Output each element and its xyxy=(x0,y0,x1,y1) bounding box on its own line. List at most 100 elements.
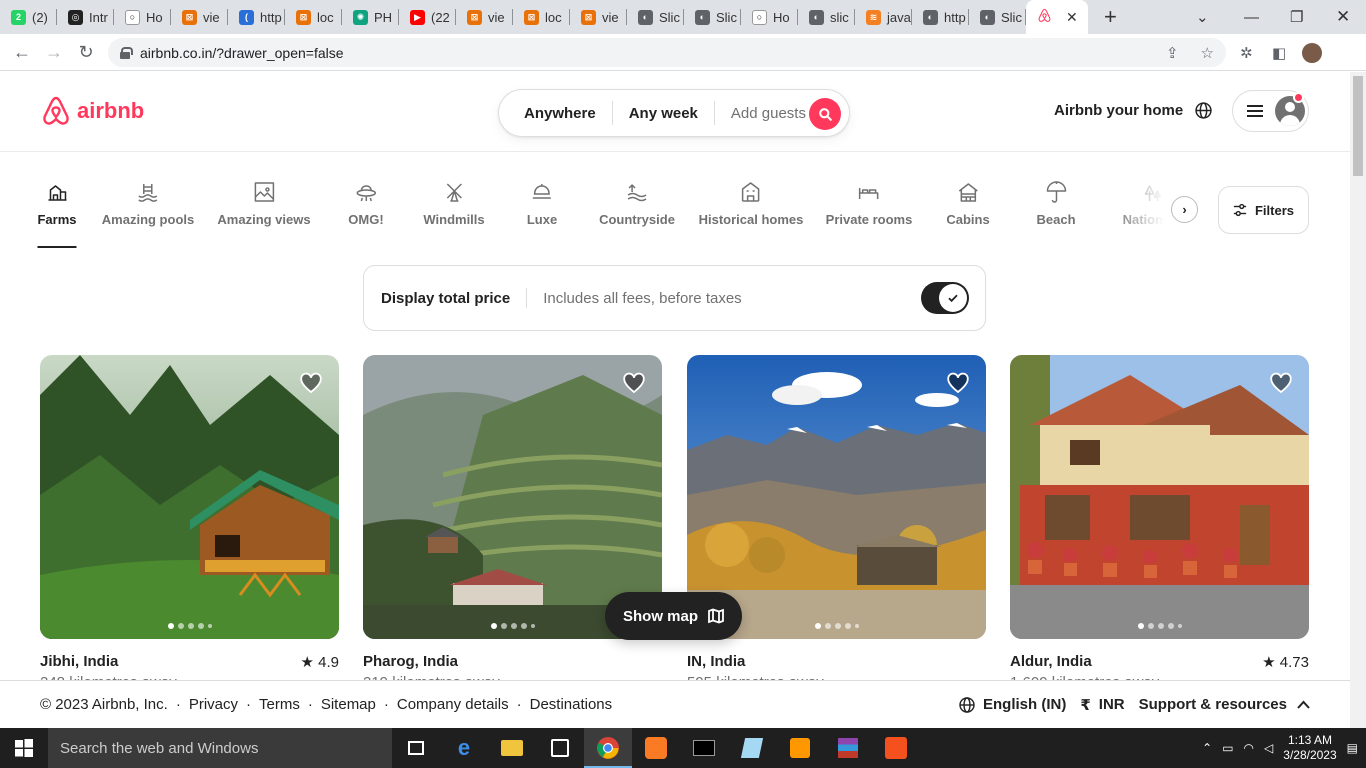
language-button[interactable]: English (IN) xyxy=(959,696,1066,713)
category-next-button[interactable]: › xyxy=(1171,196,1198,223)
category-amazing-views[interactable]: Amazing views xyxy=(217,180,311,227)
footer-link[interactable]: Sitemap xyxy=(321,696,376,713)
pager-dot[interactable] xyxy=(844,623,851,629)
side-panel-icon[interactable]: ◧ xyxy=(1272,34,1286,71)
show-map-button[interactable]: Show map xyxy=(605,592,742,640)
bookmark-star-icon[interactable]: ☆ xyxy=(1201,44,1214,62)
pager-dot[interactable] xyxy=(1157,623,1164,629)
reload-icon[interactable]: ↻ xyxy=(70,42,102,63)
browser-tab[interactable]: ≋ java xyxy=(855,0,912,34)
browser-tab[interactable]: ◐ Slic xyxy=(627,0,684,34)
terminal-icon[interactable] xyxy=(680,728,728,768)
listing-card[interactable]: Jibhi, India★ 4.9248 kilometres away xyxy=(40,355,339,691)
browser-tab[interactable]: ◐ Slic xyxy=(969,0,1026,34)
browser-tab[interactable]: ⊠ vie xyxy=(171,0,228,34)
pager-dot[interactable] xyxy=(490,623,497,629)
listing-card[interactable]: IN, India595 kilometres away xyxy=(687,355,986,691)
back-icon[interactable]: ← xyxy=(6,42,38,63)
pager-dot[interactable] xyxy=(510,623,517,629)
pager-dot[interactable] xyxy=(520,623,527,629)
footer-link[interactable]: Terms xyxy=(259,696,300,713)
listing-photo[interactable] xyxy=(40,355,339,639)
pager-dot[interactable] xyxy=(1167,623,1174,629)
pager-dot[interactable] xyxy=(854,624,859,628)
scrollbar-thumb[interactable] xyxy=(1353,76,1363,176)
pager-dot[interactable] xyxy=(167,623,174,629)
pager-dot[interactable] xyxy=(1177,624,1182,628)
listing-card[interactable]: Pharog, India219 kilometres away xyxy=(363,355,662,691)
maximize-icon[interactable]: ❐ xyxy=(1290,0,1303,34)
minimize-icon[interactable]: — xyxy=(1244,0,1259,34)
battery-icon[interactable]: ▭ xyxy=(1222,741,1233,755)
search-guests[interactable]: Add guests xyxy=(715,105,822,122)
pager-dot[interactable] xyxy=(530,624,535,628)
browser-tab[interactable]: (http xyxy=(228,0,285,34)
category-private-rooms[interactable]: Private rooms xyxy=(826,180,912,227)
globe-icon[interactable] xyxy=(1195,102,1212,124)
pager-dot[interactable] xyxy=(834,623,841,629)
pager-dot[interactable] xyxy=(197,623,204,629)
footer-link[interactable]: Company details xyxy=(397,696,509,713)
category-amazing-pools[interactable]: Amazing pools xyxy=(102,180,194,227)
forward-icon[interactable]: → xyxy=(38,42,70,63)
browser-tab[interactable]: ▶ (22 xyxy=(399,0,456,34)
page-scrollbar[interactable] xyxy=(1350,72,1366,728)
pager-dot[interactable] xyxy=(1147,623,1154,629)
taskbar-search[interactable]: Search the web and Windows xyxy=(48,728,392,768)
browser-tab[interactable]: ⊠ loc xyxy=(513,0,570,34)
category-countryside[interactable]: Countryside xyxy=(599,180,675,227)
browser-tab[interactable]: ○ Ho xyxy=(741,0,798,34)
search-bar[interactable]: Anywhere Any week Add guests xyxy=(498,89,850,137)
extensions-icon[interactable]: ✲ xyxy=(1240,34,1253,71)
share-icon[interactable]: ⇪ xyxy=(1166,44,1179,62)
winrar-icon[interactable] xyxy=(824,728,872,768)
pager-dot[interactable] xyxy=(500,623,507,629)
file-explorer-icon[interactable] xyxy=(488,728,536,768)
support-button[interactable]: Support & resources xyxy=(1139,696,1310,713)
browser-tab[interactable]: ◐ Slic xyxy=(684,0,741,34)
pager-dot[interactable] xyxy=(814,623,821,629)
volume-icon[interactable]: ◁ xyxy=(1264,741,1273,755)
browser-tab[interactable]: ⊠ vie xyxy=(570,0,627,34)
browser-tab[interactable]: ✺ PH xyxy=(342,0,399,34)
action-center-icon[interactable]: ▤ xyxy=(1347,741,1358,755)
browser-tab[interactable]: ◐ http xyxy=(912,0,969,34)
listing-photo[interactable] xyxy=(1010,355,1309,639)
footer-link[interactable]: Destinations xyxy=(530,696,613,713)
tab-airbnb-active[interactable]: ✕ xyxy=(1026,0,1088,34)
category-farms[interactable]: Farms xyxy=(37,180,77,248)
store-icon[interactable] xyxy=(536,728,584,768)
wifi-icon[interactable]: ◠ xyxy=(1244,741,1254,755)
category-beach[interactable]: Beach xyxy=(1036,180,1076,227)
filters-button[interactable]: Filters xyxy=(1218,186,1309,234)
chevron-up-icon[interactable]: ⌃ xyxy=(1202,741,1212,755)
pager-dot[interactable] xyxy=(207,624,212,628)
browser-tab[interactable]: ⊠ vie xyxy=(456,0,513,34)
edge-icon[interactable]: e xyxy=(440,728,488,768)
currency-button[interactable]: ₹ INR xyxy=(1080,696,1124,714)
browser-tab[interactable]: ◎ Intr xyxy=(57,0,114,34)
chrome-icon[interactable] xyxy=(584,728,632,768)
close-tab-icon[interactable]: ✕ xyxy=(1066,9,1078,26)
pager-dot[interactable] xyxy=(1137,623,1144,629)
browser-tab[interactable]: ○ Ho xyxy=(114,0,171,34)
host-link[interactable]: Airbnb your home xyxy=(1054,102,1183,119)
browser-tab[interactable]: 2 (2) xyxy=(0,0,57,34)
wishlist-heart-icon[interactable] xyxy=(1269,371,1293,400)
notepad-icon[interactable] xyxy=(728,728,776,768)
browser-tab[interactable]: ◐ slic xyxy=(798,0,855,34)
category-omg[interactable]: OMG! xyxy=(348,180,384,227)
browser-tab[interactable]: ⊠ loc xyxy=(285,0,342,34)
address-bar[interactable]: airbnb.co.in/?drawer_open=false ⇪ ☆ xyxy=(108,38,1226,67)
category-cabins[interactable]: Cabins xyxy=(946,180,990,227)
category-luxe[interactable]: Luxe xyxy=(527,180,557,227)
footer-link[interactable]: Privacy xyxy=(189,696,238,713)
total-price-toggle[interactable] xyxy=(921,282,969,314)
xampp-icon[interactable] xyxy=(632,728,680,768)
pager-dot[interactable] xyxy=(824,623,831,629)
profile-avatar[interactable] xyxy=(1302,34,1322,71)
pager-dot[interactable] xyxy=(187,623,194,629)
search-when[interactable]: Any week xyxy=(613,105,714,122)
pager-dot[interactable] xyxy=(177,623,184,629)
new-tab-button[interactable]: + xyxy=(1104,4,1117,30)
